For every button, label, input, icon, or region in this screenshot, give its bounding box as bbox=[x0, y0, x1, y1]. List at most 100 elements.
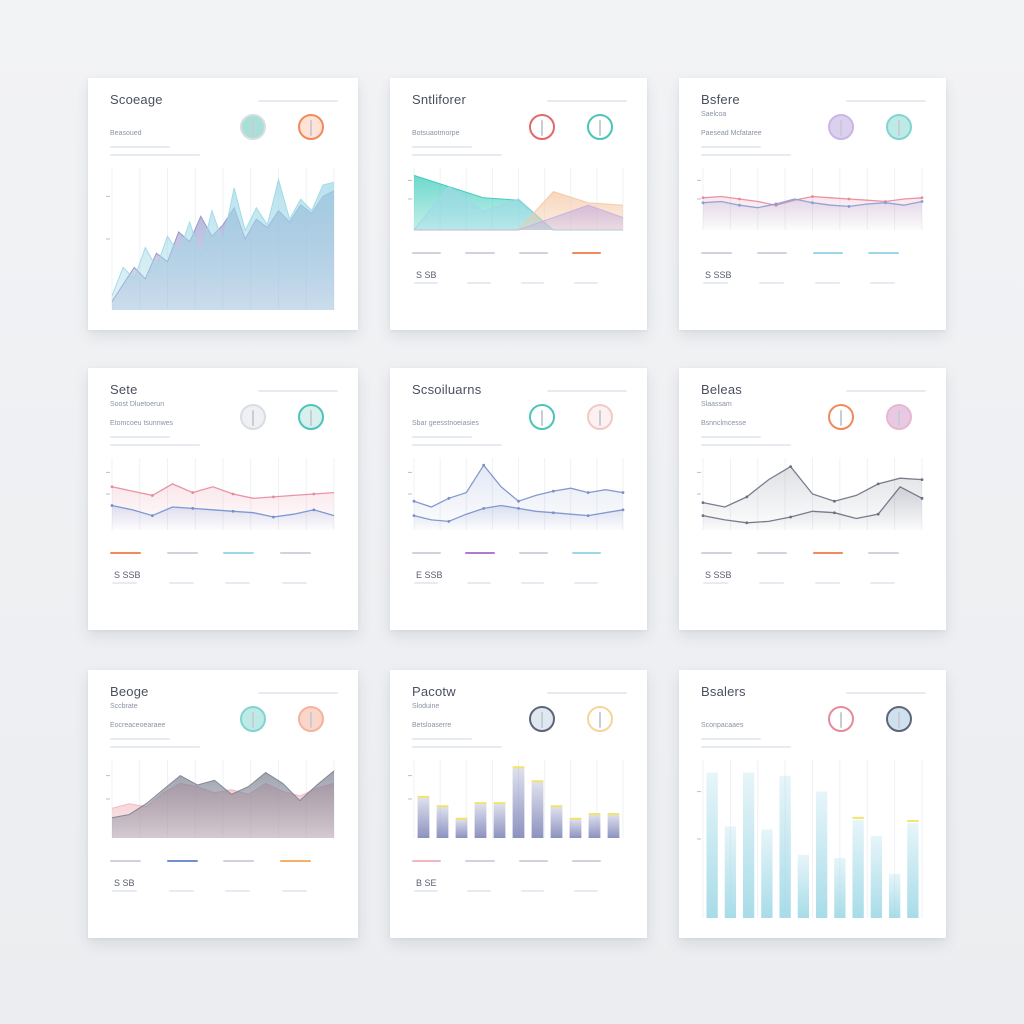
bar-marker bbox=[588, 813, 601, 816]
stat-dash bbox=[518, 252, 548, 254]
bar bbox=[474, 803, 487, 838]
stat-dash bbox=[812, 252, 844, 254]
data-point bbox=[191, 491, 195, 494]
bar-marker bbox=[852, 816, 864, 819]
data-point bbox=[833, 511, 836, 515]
bar-marker bbox=[569, 817, 582, 820]
data-point bbox=[191, 507, 195, 510]
data-point bbox=[811, 195, 814, 198]
dashboard-card-8[interactable]: Pacotw Sloduine Betsloaserre B SE bbox=[390, 670, 647, 938]
stat-dash bbox=[518, 860, 548, 862]
bar-marker bbox=[512, 766, 525, 769]
stat-value: E SSB bbox=[416, 570, 443, 580]
data-point bbox=[847, 197, 851, 201]
placeholder-line bbox=[112, 582, 138, 584]
stat-dash bbox=[166, 552, 198, 554]
bar bbox=[724, 826, 737, 918]
bar-marker bbox=[607, 813, 620, 816]
data-point bbox=[847, 205, 851, 208]
data-point bbox=[447, 519, 451, 523]
dashboard-card-6[interactable]: Beleas Slaassam Bsnnclmcesse S SSB bbox=[679, 368, 946, 630]
bar bbox=[512, 767, 525, 838]
placeholder-line bbox=[467, 282, 492, 284]
placeholder-line bbox=[573, 890, 598, 892]
stat-value: S SB bbox=[114, 878, 135, 888]
bar-marker bbox=[474, 802, 487, 805]
placeholder-line bbox=[414, 582, 438, 584]
data-point bbox=[231, 509, 235, 513]
placeholder-line bbox=[814, 582, 840, 584]
stat-value: S SSB bbox=[114, 570, 141, 580]
bar bbox=[852, 820, 864, 918]
stat-dash bbox=[868, 252, 899, 254]
data-point bbox=[920, 200, 924, 203]
bar bbox=[455, 819, 468, 838]
placeholder-line bbox=[520, 282, 545, 284]
stat-dash bbox=[223, 552, 255, 554]
data-point bbox=[833, 499, 836, 503]
data-point bbox=[738, 197, 741, 201]
data-point bbox=[586, 491, 590, 494]
bar bbox=[815, 791, 828, 918]
placeholder-line bbox=[573, 582, 598, 584]
placeholder-line bbox=[870, 582, 896, 584]
data-point bbox=[412, 499, 416, 503]
bar bbox=[607, 814, 620, 838]
stat-dash bbox=[571, 252, 602, 254]
data-point bbox=[517, 499, 520, 503]
data-point bbox=[482, 463, 486, 467]
data-point bbox=[412, 514, 416, 517]
bar bbox=[417, 797, 430, 838]
stat-value: S SB bbox=[416, 270, 437, 280]
data-point bbox=[272, 495, 275, 499]
data-point bbox=[517, 507, 520, 510]
bar bbox=[493, 803, 506, 838]
data-point bbox=[701, 196, 705, 200]
placeholder-line bbox=[573, 282, 598, 284]
dashboard-card-1[interactable]: Scoeage Beasoued bbox=[88, 78, 358, 330]
stat-dash bbox=[756, 252, 788, 254]
data-point bbox=[701, 501, 705, 505]
data-point bbox=[774, 202, 778, 206]
dashboard-card-5[interactable]: Scsoiluarns Sbar geesstnoeiasies E SSB bbox=[390, 368, 647, 630]
placeholder-line bbox=[814, 282, 840, 284]
placeholder-line bbox=[225, 890, 251, 892]
stat-dash bbox=[412, 552, 442, 554]
data-point bbox=[920, 478, 924, 481]
bar bbox=[907, 823, 919, 918]
stat-dash bbox=[518, 552, 548, 554]
dashboard-card-4[interactable]: Sete Soost Dluetoerun Etomcoeu tsunnwes S S… bbox=[88, 368, 358, 630]
chart-area bbox=[408, 168, 624, 231]
data-point bbox=[876, 512, 880, 516]
data-point bbox=[920, 196, 924, 200]
data-point bbox=[701, 201, 705, 205]
bar-marker bbox=[907, 820, 919, 823]
dashboard-card-9[interactable]: Bsalers Sconpacaaes bbox=[679, 670, 946, 938]
data-point bbox=[701, 514, 705, 517]
bar-marker bbox=[531, 780, 544, 783]
data-point bbox=[586, 514, 590, 517]
dashboard-card-7[interactable]: Beoge Sccbrate Eocreaceoearaee S SB bbox=[88, 670, 358, 938]
bar-marker bbox=[493, 802, 506, 805]
data-point bbox=[482, 507, 486, 510]
placeholder-line bbox=[414, 890, 438, 892]
data-point bbox=[272, 515, 275, 519]
stat-dash bbox=[701, 552, 732, 554]
chart-line bbox=[408, 458, 625, 530]
bar bbox=[742, 772, 755, 918]
dashboard-card-3[interactable]: Bsfere Saelcoa Paesead Mcfataree S SSB bbox=[679, 78, 946, 330]
dashboard-card-2[interactable]: Sntliforer Botsuaotmorpe S SB bbox=[390, 78, 647, 330]
stat-dash bbox=[166, 860, 198, 862]
stat-dash bbox=[868, 552, 899, 554]
bar-marker bbox=[455, 817, 468, 820]
stat-dash bbox=[465, 552, 495, 554]
data-point bbox=[231, 492, 235, 496]
bar bbox=[870, 835, 883, 918]
bar bbox=[888, 873, 901, 918]
data-point bbox=[110, 485, 114, 489]
stat-dash bbox=[412, 252, 442, 254]
bar-marker bbox=[417, 795, 430, 798]
placeholder-line bbox=[758, 582, 784, 584]
stat-dash bbox=[465, 252, 495, 254]
stat-value: B SE bbox=[416, 878, 437, 888]
